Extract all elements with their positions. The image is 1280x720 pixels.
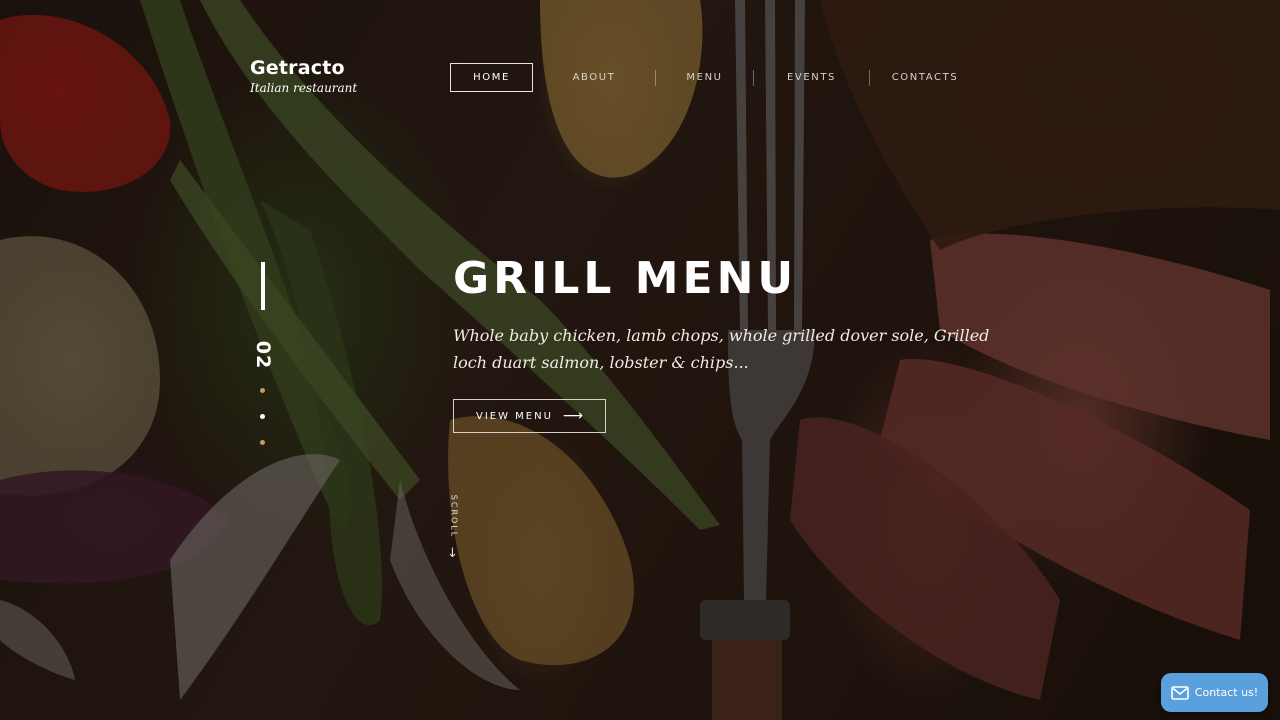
slide-dot-1[interactable] <box>260 388 265 393</box>
brand-tagline: Italian restaurant <box>250 81 358 95</box>
slide-progress-bar <box>261 262 265 310</box>
main-nav: HOME ABOUT MENU EVENTS CONTACTS <box>450 63 980 92</box>
contact-us-label: Contact us! <box>1194 686 1259 699</box>
nav-item-about[interactable]: ABOUT <box>533 63 655 92</box>
brand[interactable]: Getracto Italian restaurant <box>250 57 357 96</box>
nav-item-menu[interactable]: MENU <box>656 63 753 92</box>
envelope-icon <box>1170 685 1189 700</box>
scroll-label: SCROLL <box>449 494 459 539</box>
slide-number: 02 <box>252 340 274 370</box>
arrow-down-icon: ↓ <box>447 546 458 561</box>
slide-dot-2[interactable] <box>260 414 265 419</box>
contact-us-button[interactable]: Contact us! <box>1161 673 1268 712</box>
nav-item-contacts[interactable]: CONTACTS <box>870 63 980 92</box>
view-menu-button[interactable]: VIEW MENU ⟶ <box>453 399 606 433</box>
brand-name[interactable]: Getracto <box>250 57 357 79</box>
hero-description: Whole baby chicken, lamb chops, whole gr… <box>453 326 990 372</box>
nav-item-home[interactable]: HOME <box>450 63 533 92</box>
arrow-right-icon: ⟶ <box>562 408 583 424</box>
slide-dot-3[interactable] <box>260 440 265 445</box>
view-menu-label: VIEW MENU <box>476 410 553 422</box>
scroll-indicator[interactable]: SCROLL ↓ <box>447 490 461 565</box>
hero-background: Getracto Italian restaurant HOME ABOUT M… <box>0 0 1280 720</box>
nav-item-events[interactable]: EVENTS <box>754 63 869 92</box>
hero-title: GRILL MENU <box>453 253 798 304</box>
